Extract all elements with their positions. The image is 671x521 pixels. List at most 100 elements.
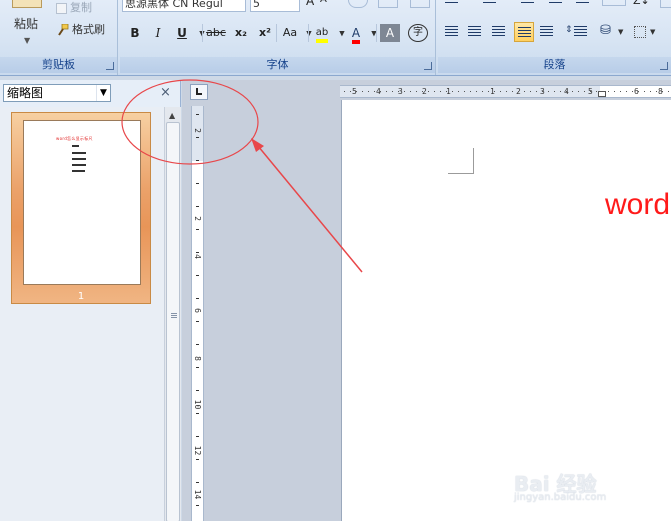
paste-dropdown-icon[interactable]: ▼	[24, 36, 30, 45]
char-border-icon[interactable]	[410, 0, 430, 8]
scroll-up-icon[interactable]: ▲	[169, 111, 175, 120]
ruler-dot	[374, 91, 375, 92]
ruler-dot	[386, 91, 387, 92]
borders-button[interactable]: ▼	[632, 22, 660, 42]
char-shading-button[interactable]: A	[380, 24, 400, 42]
close-icon[interactable]: ×	[160, 85, 171, 100]
font-color-label: A	[351, 27, 361, 44]
ruler-dot	[410, 91, 411, 92]
clear-format-icon[interactable]	[348, 0, 368, 8]
thumbnail-line	[72, 164, 86, 166]
format-painter-label: 格式刷	[72, 23, 105, 36]
clipboard-launcher-icon[interactable]	[106, 62, 114, 70]
multilevel-list-icon[interactable]	[518, 0, 548, 6]
ruler-dot	[554, 91, 555, 92]
ruler-tick-label: 12	[193, 445, 202, 456]
superscript-button[interactable]: x²	[255, 22, 275, 44]
page-thumbnail[interactable]: word怎么显示标尺 1	[11, 112, 151, 304]
shading-button[interactable]: ⛁ ▼	[598, 22, 626, 42]
chinese-layout-icon[interactable]	[602, 0, 626, 6]
ruler-dash	[196, 413, 199, 414]
ruler-dash	[196, 298, 199, 299]
strikethrough-button[interactable]: abc	[206, 22, 226, 44]
thumbnail-page[interactable]: word怎么显示标尺	[23, 120, 141, 285]
ruler-dot	[458, 91, 459, 92]
ruler-tick-label: 14	[193, 489, 202, 500]
font-color-button[interactable]: A	[346, 22, 366, 44]
ruler-dot	[608, 91, 609, 92]
thumbnail-line	[72, 152, 86, 154]
nav-view-select[interactable]: 缩略图 ▼	[3, 84, 111, 102]
borders-dropdown-icon: ▼	[650, 28, 656, 36]
increase-indent-icon[interactable]	[573, 0, 595, 6]
ruler-dot	[542, 91, 543, 92]
sort-icon[interactable]: Z↓	[633, 0, 650, 7]
ruler-dot	[392, 91, 393, 92]
ribbon: 粘贴 ▼ 复制 格式刷 剪贴板 思源黑体 CN Regul 5 A A B I …	[0, 0, 671, 76]
ruler-dot	[524, 91, 525, 92]
ruler-dash	[196, 206, 199, 207]
enclose-char-button[interactable]: 字	[408, 24, 428, 42]
ruler-dash	[196, 482, 199, 483]
grip-icon	[171, 313, 177, 319]
font-size-input[interactable]: 5	[250, 0, 300, 12]
distributed-icon	[540, 26, 553, 38]
shrink-font-icon[interactable]: A	[320, 0, 327, 5]
ruler-dash	[196, 436, 199, 437]
horizontal-ruler[interactable]: 543211234568	[340, 85, 671, 98]
scrollbar-thumb[interactable]	[166, 122, 180, 521]
ruler-dot	[488, 91, 489, 92]
font-launcher-icon[interactable]	[424, 62, 432, 70]
ruler-dot	[650, 91, 651, 92]
copy-button[interactable]: 复制	[56, 0, 92, 17]
format-painter-button[interactable]: 格式刷	[56, 21, 105, 39]
paste-icon[interactable]	[12, 0, 42, 8]
ruler-dot	[344, 91, 345, 92]
ruler-dot	[644, 91, 645, 92]
document-page[interactable]: word	[341, 100, 671, 521]
indent-marker[interactable]	[598, 91, 606, 97]
nav-scrollbar[interactable]: ▲	[164, 107, 181, 521]
paragraph-launcher-icon[interactable]	[660, 62, 668, 70]
copy-label: 复制	[70, 1, 92, 14]
phonetic-guide-icon[interactable]	[378, 0, 398, 8]
tab-selector-button[interactable]	[190, 84, 208, 100]
numbering-icon[interactable]	[480, 0, 510, 6]
bold-button[interactable]: B	[125, 22, 145, 44]
italic-button[interactable]: I	[148, 22, 168, 44]
thumbnail-page-number: 1	[77, 291, 85, 302]
ruler-dot	[656, 91, 657, 92]
distributed-button[interactable]	[537, 22, 557, 42]
ruler-tick-label: 6	[193, 308, 202, 313]
ruler-dot	[470, 91, 471, 92]
paragraph-group-label: 段落	[438, 57, 671, 73]
font-name-input[interactable]: 思源黑体 CN Regul	[122, 0, 246, 12]
vertical-ruler[interactable]: 2 2 4 6 8 10 12 14	[191, 106, 204, 521]
align-left-button[interactable]	[442, 22, 462, 42]
show-marks-icon[interactable]	[660, 0, 671, 8]
ruler-dash	[196, 252, 199, 253]
grow-font-icon[interactable]: A	[306, 0, 314, 8]
line-spacing-button[interactable]: ⇕	[564, 22, 592, 42]
thumbnail-line	[72, 170, 85, 172]
highlight-button[interactable]: ab	[312, 22, 332, 44]
bullets-icon[interactable]	[442, 0, 472, 6]
ruler-dot	[494, 91, 495, 92]
subscript-button[interactable]: x₂	[231, 22, 251, 44]
thumbnail-title: word怎么显示标尺	[56, 136, 93, 141]
ruler-dot	[590, 91, 591, 92]
align-left-icon	[445, 26, 458, 38]
paste-button[interactable]: 粘贴	[14, 15, 38, 32]
document-text[interactable]: word	[605, 188, 670, 222]
chevron-down-icon[interactable]: ▼	[96, 85, 110, 101]
justify-button[interactable]	[514, 22, 534, 42]
change-case-button[interactable]: Aa	[280, 22, 300, 44]
nav-view-label: 缩略图	[7, 86, 44, 100]
ruler-dash	[196, 229, 199, 230]
decrease-indent-icon[interactable]	[546, 0, 570, 6]
align-right-button[interactable]	[489, 22, 509, 42]
align-center-button[interactable]	[465, 22, 485, 42]
ruler-tick-label: 10	[193, 399, 202, 410]
font-group-label: 字体	[120, 57, 435, 73]
underline-button[interactable]: U	[172, 22, 192, 44]
